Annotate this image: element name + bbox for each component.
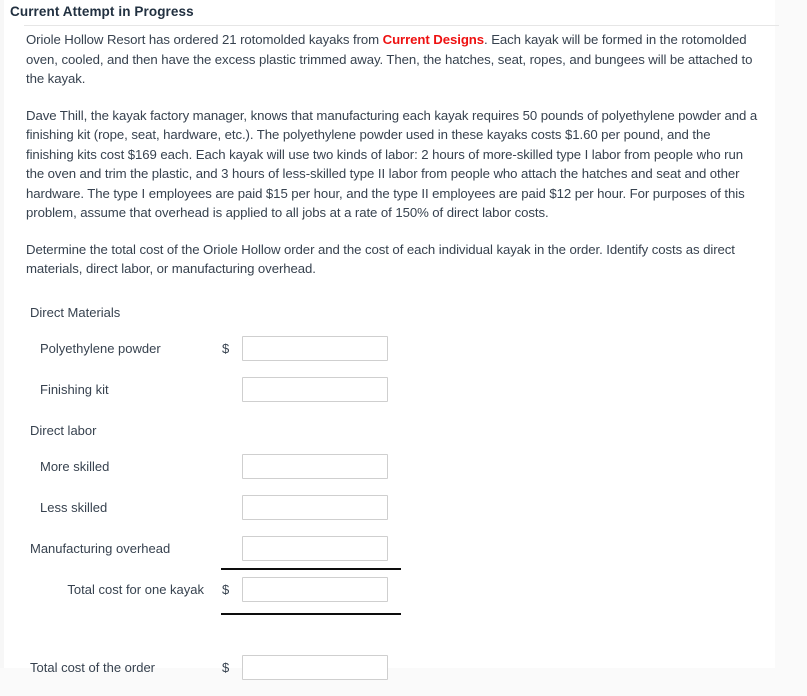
row-total-cost-order: Total cost of the order $ — [26, 654, 766, 696]
direct-materials-heading: Direct Materials — [30, 304, 121, 320]
finishing-kit-label: Finishing kit — [40, 381, 109, 397]
row-less-skilled: Less skilled — [26, 494, 766, 536]
polyethylene-powder-currency-symbol: $ — [222, 340, 230, 356]
polyethylene-powder-label: Polyethylene powder — [40, 340, 161, 356]
total-cost-one-kayak-label: Total cost for one kayak — [67, 581, 204, 597]
row-direct-materials-heading: Direct Materials — [26, 300, 766, 336]
total-cost-one-kayak-input[interactable] — [242, 576, 388, 602]
total-rule-bottom — [221, 612, 401, 615]
page-root: Current Attempt in Progress Oriole Hollo… — [0, 0, 807, 680]
row-polyethylene-powder: Polyethylene powder $ — [26, 335, 766, 377]
form-spacer — [26, 629, 766, 655]
polyethylene-powder-input[interactable] — [242, 335, 388, 361]
manufacturing-overhead-input[interactable] — [242, 535, 388, 561]
panel-header: Current Attempt in Progress — [4, 0, 775, 25]
subtotal-rule-top — [221, 567, 401, 570]
problem-paragraph-2: Dave Thill, the kayak factory manager, k… — [26, 107, 758, 221]
less-skilled-input[interactable] — [242, 494, 388, 520]
total-cost-order-input[interactable] — [242, 654, 388, 680]
header-divider — [24, 25, 779, 26]
total-cost-one-kayak-currency-symbol: $ — [222, 581, 230, 597]
cost-entry-form: Direct Materials Polyethylene powder $ F… — [26, 300, 766, 696]
row-total-cost-one-kayak: Total cost for one kayak $ — [26, 576, 766, 629]
manufacturing-overhead-label: Manufacturing overhead — [30, 540, 171, 556]
row-finishing-kit: Finishing kit — [26, 376, 766, 418]
more-skilled-label: More skilled — [40, 458, 110, 474]
attempt-panel: Current Attempt in Progress Oriole Hollo… — [0, 0, 779, 680]
less-skilled-label: Less skilled — [40, 499, 108, 515]
row-direct-labor-heading: Direct labor — [26, 418, 766, 454]
problem-paragraph-3: Determine the total cost of the Oriole H… — [26, 241, 735, 277]
problem-paragraph-1: Oriole Hollow Resort has ordered 21 roto… — [26, 30, 759, 89]
problem-content: Oriole Hollow Resort has ordered 21 roto… — [4, 30, 779, 696]
direct-labor-heading: Direct labor — [30, 422, 97, 438]
row-manufacturing-overhead: Manufacturing overhead — [26, 535, 766, 577]
finishing-kit-input[interactable] — [242, 376, 388, 402]
more-skilled-input[interactable] — [242, 453, 388, 479]
paragraph-1-text-before-brand: Oriole Hollow Resort has ordered 21 roto… — [26, 32, 383, 47]
row-more-skilled: More skilled — [26, 453, 766, 495]
company-name-current-designs: Current Designs — [382, 32, 485, 47]
page-title: Current Attempt in Progress — [10, 4, 194, 19]
